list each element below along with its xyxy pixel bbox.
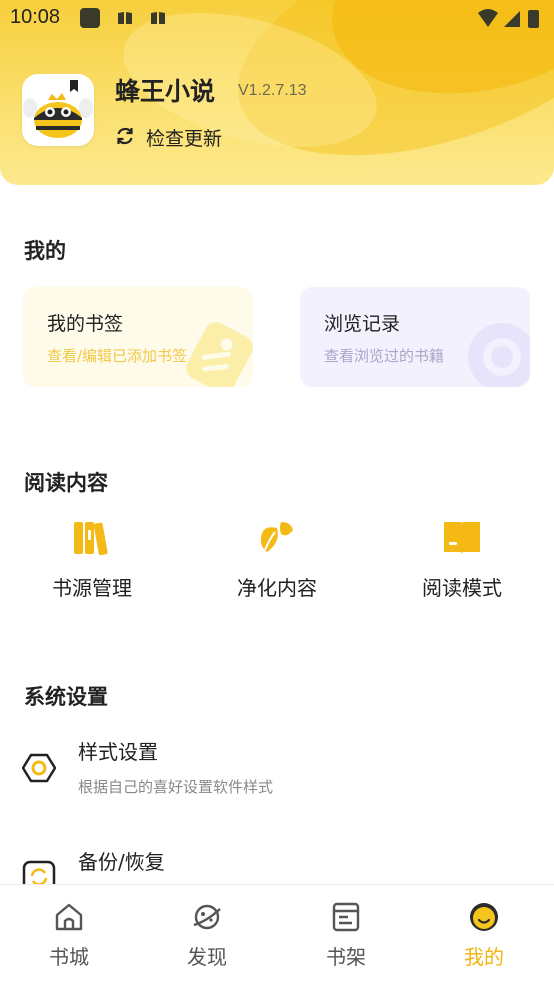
status-indicators [478,9,539,28]
reading-mode-label: 阅读模式 [422,576,502,600]
smile-face-icon [470,903,498,931]
check-update-button[interactable]: 检查更新 [146,124,222,151]
wifi-icon [478,9,498,27]
app-logo [22,74,94,146]
purify-content-item[interactable]: 净化内容 [207,518,347,608]
history-eye-icon [468,323,530,387]
tab-discover-label: 发现 [187,945,227,969]
planet-icon [193,904,221,930]
home-icon [55,903,83,931]
source-management-item[interactable]: 书源管理 [22,518,162,608]
bottom-tab-bar: 书城 发现 书架 我的 [0,884,554,985]
tab-bookstore-label: 书城 [49,945,89,969]
tab-mine[interactable]: 我的 [415,885,553,985]
hexagon-settings-icon [22,753,56,783]
app-name: 蜂王小说 [115,77,216,106]
tab-bookshelf-label: 书架 [326,945,366,969]
backup-restore-title: 备份/恢复 [78,850,165,874]
section-title-settings: 系统设置 [24,685,108,709]
history-title: 浏览记录 [324,313,401,335]
purify-content-label: 净化内容 [237,576,317,600]
leaf-icon [261,522,293,552]
books-icon [74,522,108,556]
status-time: 10:08 [10,6,61,28]
status-bar: 10:08 [0,0,554,40]
open-book-icon [444,522,480,554]
notification-book-icon [151,12,165,24]
notification-app-icon [80,8,100,28]
tab-discover[interactable]: 发现 [138,885,276,985]
history-subtitle: 查看浏览过的书籍 [324,347,445,365]
bookmark-tag-icon [186,322,253,387]
style-settings-subtitle: 根据自己的喜好设置软件样式 [78,778,274,796]
history-card[interactable]: 浏览记录 查看浏览过的书籍 [300,287,530,387]
signal-icon [504,11,520,27]
battery-icon [528,10,539,28]
section-title-mine: 我的 [24,239,66,263]
tab-bookstore[interactable]: 书城 [0,885,138,985]
reading-mode-item[interactable]: 阅读模式 [392,518,532,608]
bookshelf-icon [332,902,360,932]
tab-bookshelf[interactable]: 书架 [277,885,415,985]
tab-mine-label: 我的 [464,945,504,969]
source-management-label: 书源管理 [52,576,132,600]
bookmarks-card[interactable]: 我的书签 查看/编辑已添加书签 [23,287,253,387]
section-title-reading: 阅读内容 [24,471,108,495]
refresh-icon[interactable] [115,126,135,146]
notification-book-icon [118,12,132,24]
bookmarks-subtitle: 查看/编辑已添加书签 [47,347,188,365]
profile-header: 10:08 蜂王小说 V1.2.7.13 检查更新 [0,0,554,185]
app-version: V1.2.7.13 [238,82,307,99]
bookmarks-title: 我的书签 [47,313,124,335]
style-settings-title: 样式设置 [78,740,158,764]
